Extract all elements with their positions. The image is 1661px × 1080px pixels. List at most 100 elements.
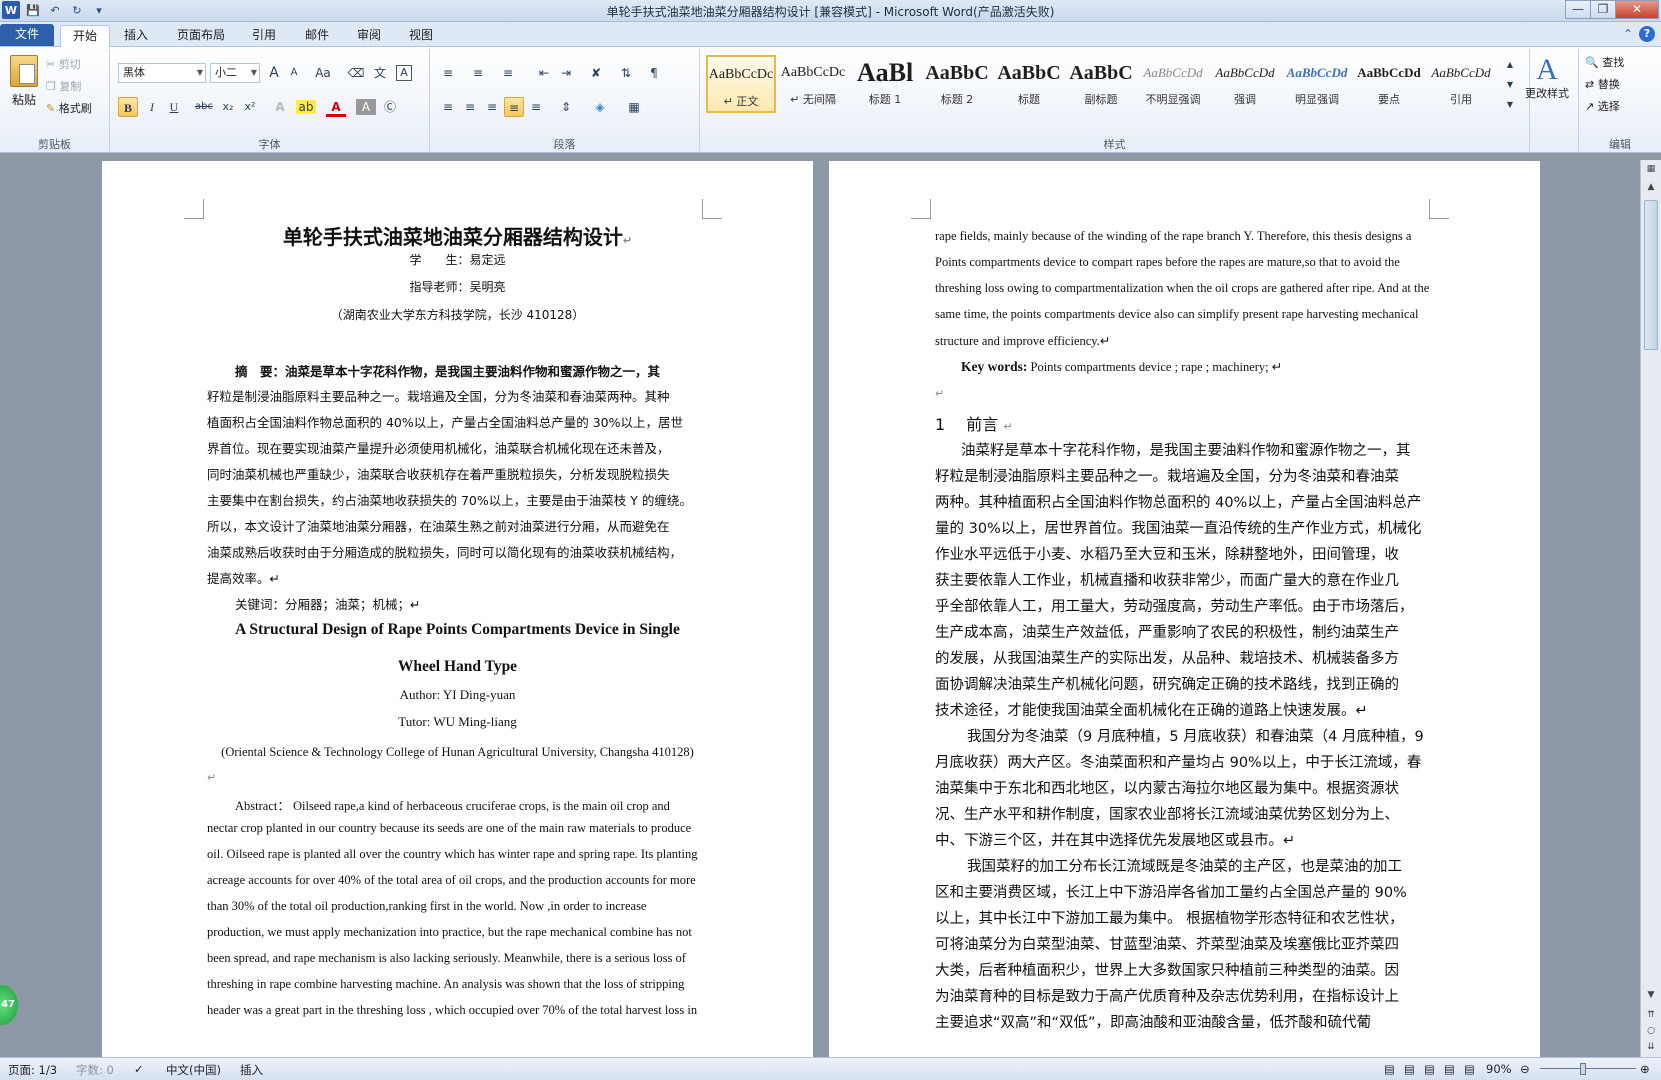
zoom-level[interactable]: 90% [1486,1062,1512,1076]
justify-icon[interactable]: ≡ [504,97,524,117]
zoom-in-icon[interactable]: ⊕ [1640,1062,1650,1076]
close-button[interactable]: ✕ [1615,0,1659,19]
browse-object-icon[interactable]: ○ [1644,1024,1658,1038]
style-subtle-emphasis[interactable]: AaBbCcDd 不明显强调 [1138,55,1208,113]
restore-button[interactable]: ❐ [1590,0,1616,19]
zoom-out-icon[interactable]: ⊖ [1520,1062,1530,1076]
style-subtitle[interactable]: AaBbC 副标题 [1066,55,1136,113]
document-page-1[interactable]: 单轮手扶式油菜地油菜分厢器结构设计↵ 学 生：易定远 指导老师：吴明亮 （湖南农… [102,161,813,1057]
align-left-icon[interactable]: ≡ [438,97,458,117]
view-print-layout-icon[interactable]: ▤ [1384,1062,1395,1076]
select-button[interactable]: ↗ 选择 [1585,97,1620,117]
help-icon[interactable]: ? [1639,26,1655,42]
minimize-button[interactable]: — [1565,0,1591,19]
view-reading-icon[interactable]: ▤ [1404,1062,1415,1076]
clear-format-icon[interactable]: ⌫ [346,63,366,83]
highlight-icon[interactable]: ab [296,100,316,114]
line-spacing-icon[interactable]: ⇕ [556,97,576,117]
tab-references[interactable]: 引用 [244,25,284,47]
tab-view[interactable]: 视图 [401,25,441,47]
style-emphasis[interactable]: AaBbCcDd 强调 [1210,55,1280,113]
show-marks-icon[interactable]: ¶ [644,63,664,83]
font-name-combo[interactable]: 黑体 ▼ [118,63,206,83]
phonetic-guide-icon[interactable]: 文 [370,63,390,83]
grow-font-button[interactable]: A [264,63,284,83]
replace-button[interactable]: ⇄ 替换 [1585,75,1620,95]
strikethrough-button[interactable]: abc [192,97,216,117]
style-strong[interactable]: AaBbCcDd 要点 [1354,55,1424,113]
window-controls: — ❐ ✕ [1565,0,1659,19]
text-effects-icon[interactable]: A [270,97,290,117]
align-center-icon[interactable]: ≡ [460,97,480,117]
char-shading-icon[interactable]: A [356,99,376,115]
scroll-up-icon[interactable]: ▲ [1644,180,1658,194]
tab-page-layout[interactable]: 页面布局 [168,25,234,47]
zoom-slider-thumb[interactable] [1580,1063,1586,1075]
font-size-combo[interactable]: 小二 ▼ [210,63,260,83]
document-page-2[interactable]: rape fields, mainly because of the windi… [829,161,1540,1057]
page-count[interactable]: 页面: 1/3 [8,1062,57,1078]
align-right-icon[interactable]: ≡ [482,97,502,117]
styles-more-icon[interactable]: ▼ [1500,95,1520,115]
cut-button[interactable]: ✂ 剪切 [46,55,81,75]
change-case-button[interactable]: Aa [310,63,336,83]
body-line: 主要追求“双高”和“双低”，即高油酸和亚油酸含量，低芥酸和硫代葡 [935,1015,1372,1031]
zoom-slider[interactable] [1540,1068,1636,1069]
view-draft-icon[interactable]: ▤ [1464,1062,1475,1076]
style-no-spacing[interactable]: AaBbCcDc ↵ 无间隔 [778,55,848,113]
numbering-icon[interactable]: ≡ [468,63,488,83]
subscript-button[interactable]: x₂ [218,97,238,117]
next-page-icon[interactable]: ⇊ [1644,1040,1658,1054]
style-intense-emphasis[interactable]: AaBbCcDd 明显强调 [1282,55,1352,113]
paste-button[interactable]: 粘贴 [6,55,42,108]
vertical-scrollbar[interactable]: ▦ ▲ ▼ ⇈ ○ ⇊ [1640,160,1661,1057]
style-preview: AaBbC [925,62,989,84]
word-count[interactable]: 字数: 0 [76,1062,114,1078]
proofing-icon[interactable]: ✓ [134,1062,144,1076]
chinese-layout-icon[interactable]: ✘ [586,63,606,83]
crop-mark [702,199,722,219]
styles-scroll-down-icon[interactable]: ▼ [1500,75,1520,95]
enclose-char-icon[interactable]: Ⓒ [380,97,400,117]
scroll-thumb[interactable] [1644,200,1658,350]
style-heading-2[interactable]: AaBbC 标题 2 [922,55,992,113]
view-web-icon[interactable]: ▤ [1424,1062,1435,1076]
distributed-icon[interactable]: ≡ [526,97,546,117]
underline-button[interactable]: U [164,97,184,117]
copy-button[interactable]: ❐ 复制 [46,77,81,97]
increase-indent-icon[interactable]: ⇥ [556,63,576,83]
font-color-icon[interactable]: A [326,97,346,117]
bullets-icon[interactable]: ≡ [438,63,458,83]
tab-file[interactable]: 文件 [0,24,54,46]
language-indicator[interactable]: 中文(中国) [166,1062,221,1078]
styles-scroll-up-icon[interactable]: ▲ [1500,55,1520,75]
tab-mailings[interactable]: 邮件 [297,25,337,47]
decrease-indent-icon[interactable]: ⇤ [534,63,554,83]
find-button[interactable]: 🔍 查找 [1585,53,1624,73]
change-styles-button[interactable]: A 更改样式 [1518,53,1576,101]
insert-mode[interactable]: 插入 [240,1062,263,1078]
tab-insert[interactable]: 插入 [116,25,156,47]
multilevel-list-icon[interactable]: ≡ [498,63,518,83]
ruler-toggle-icon[interactable]: ▦ [1644,162,1658,176]
style-heading-1[interactable]: AaBl 标题 1 [850,55,920,113]
char-border-icon[interactable]: A [396,65,412,81]
view-outline-icon[interactable]: ▤ [1444,1062,1455,1076]
prev-page-icon[interactable]: ⇈ [1644,1008,1658,1022]
style-normal[interactable]: AaBbCcDc ↵ 正文 [706,55,776,113]
shrink-font-button[interactable]: A [284,63,304,83]
minimize-ribbon-icon[interactable]: ⌃ [1623,27,1633,41]
italic-button[interactable]: I [142,97,162,117]
scroll-down-icon[interactable]: ▼ [1644,988,1658,1002]
bold-button[interactable]: B [118,97,138,117]
tab-home[interactable]: 开始 [60,25,110,47]
style-title[interactable]: AaBbC 标题 [994,55,1064,113]
shading-icon[interactable]: ◈ [590,97,610,117]
floating-badge[interactable]: 47 [0,985,18,1025]
style-quote[interactable]: AaBbCcDd 引用 [1426,55,1496,113]
sort-icon[interactable]: ⇅ [616,63,636,83]
tab-review[interactable]: 审阅 [349,25,389,47]
superscript-button[interactable]: x² [240,97,260,117]
format-painter-button[interactable]: ✎ 格式刷 [46,99,92,119]
borders-icon[interactable]: ▦ [624,97,644,117]
